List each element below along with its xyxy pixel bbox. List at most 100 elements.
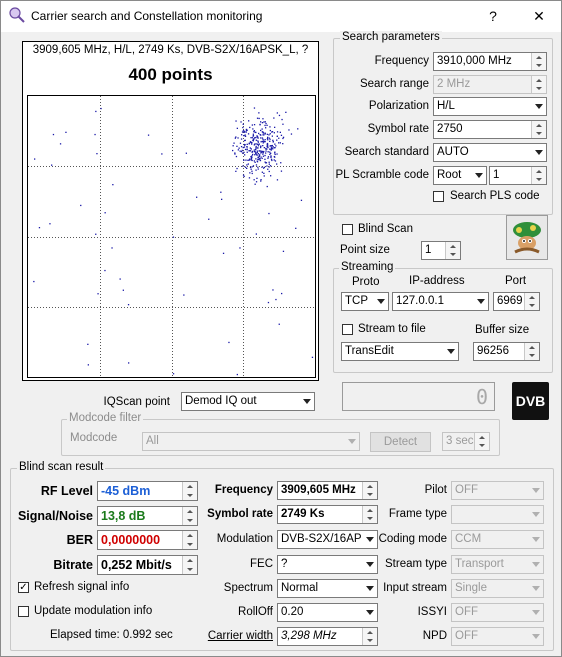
chevron-down-icon[interactable] xyxy=(362,556,377,573)
spin-arrows-icon xyxy=(182,482,197,500)
fec-select[interactable]: ? xyxy=(277,555,378,574)
rolloff-select[interactable]: 0.20 xyxy=(277,603,378,622)
constellation-point xyxy=(290,133,293,135)
constellation-point xyxy=(261,122,264,124)
update-modulation-checkbox[interactable] xyxy=(18,606,29,617)
constellation-point xyxy=(65,131,67,133)
chevron-down-icon[interactable] xyxy=(362,531,377,548)
iqscan-point-select[interactable]: Demod IQ out xyxy=(181,392,315,411)
spectrum-select[interactable]: Normal xyxy=(277,579,378,598)
constellation-point xyxy=(246,146,248,148)
constellation-point xyxy=(272,141,274,143)
symbol-rate-input[interactable]: 2750 xyxy=(433,120,547,139)
coding-mode-select: CCM xyxy=(451,530,544,549)
chevron-down-icon[interactable] xyxy=(473,293,488,310)
constellation-point xyxy=(242,126,244,129)
rf-level-label: RF Level xyxy=(40,484,93,498)
chevron-down-icon[interactable] xyxy=(299,393,314,410)
spin-arrows-icon xyxy=(182,507,197,525)
constellation-point xyxy=(238,147,240,149)
stream-to-file-checkbox[interactable] xyxy=(342,324,353,335)
chevron-down-icon[interactable] xyxy=(443,343,458,360)
constellation-point xyxy=(260,129,262,132)
modulation-select[interactable]: DVB-S2X/16APSK xyxy=(277,530,378,549)
constellation-point xyxy=(104,269,106,272)
ber-label: BER xyxy=(66,533,93,547)
pl-scramble-label: PL Scramble code xyxy=(335,169,429,181)
pl-scramble-mode-select[interactable]: Root xyxy=(433,166,487,185)
search-pls-checkbox[interactable] xyxy=(433,191,444,202)
port-input[interactable]: 6969 xyxy=(493,292,540,311)
constellation-point xyxy=(250,156,252,158)
constellation-point xyxy=(254,151,256,153)
spin-arrows-icon xyxy=(182,556,197,574)
help-button[interactable]: ? xyxy=(478,4,508,28)
spin-arrows-icon[interactable] xyxy=(531,121,546,138)
constellation-point xyxy=(127,304,130,306)
constellation-point xyxy=(271,147,273,149)
constellation-point xyxy=(246,143,248,145)
ber-display: 0,0000000 xyxy=(97,530,198,550)
spin-arrows-icon[interactable] xyxy=(524,293,539,310)
constellation-point xyxy=(262,145,264,147)
constellation-point xyxy=(266,138,269,140)
polarization-select[interactable]: H/L xyxy=(433,97,547,116)
constellation-point xyxy=(256,154,258,156)
pl-scramble-code-input[interactable]: 1 xyxy=(489,166,547,185)
result-symbol-rate-value: 2749 Ks xyxy=(281,508,325,520)
constellation-point xyxy=(263,121,265,123)
constellation-point xyxy=(273,132,275,134)
search-standard-select[interactable]: AUTO xyxy=(433,143,547,162)
chevron-down-icon xyxy=(528,531,543,548)
close-button[interactable]: ✕ xyxy=(524,4,554,28)
chevron-down-icon[interactable] xyxy=(531,144,546,161)
constellation-point xyxy=(263,134,265,136)
frequency-input[interactable]: 3910,000 MHz xyxy=(433,52,547,71)
constellation-point xyxy=(270,156,272,159)
proto-select[interactable]: TCP xyxy=(341,292,389,311)
constellation-point xyxy=(256,160,258,162)
constellation-point xyxy=(185,152,187,154)
constellation-point xyxy=(255,149,257,151)
signal-noise-value: 13,8 dB xyxy=(101,509,146,523)
pilot-value: OFF xyxy=(455,484,478,496)
carrier-width-label[interactable]: Carrier width xyxy=(200,630,273,642)
constellation-point xyxy=(276,135,278,137)
spin-arrows-icon[interactable] xyxy=(524,343,539,360)
stream-target-select[interactable]: TransEdit xyxy=(341,342,459,361)
constellation-point xyxy=(262,132,265,134)
chevron-down-icon[interactable] xyxy=(362,604,377,621)
constellation-point xyxy=(280,162,282,164)
constellation-point xyxy=(266,145,268,148)
constellation-point xyxy=(269,138,271,140)
chevron-down-icon[interactable] xyxy=(362,580,377,597)
constellation-point xyxy=(261,137,264,139)
constellation-point xyxy=(239,150,241,152)
refresh-signal-checkbox[interactable]: ✓ xyxy=(18,582,29,593)
spin-arrows-icon[interactable] xyxy=(531,167,546,184)
blind-scan-checkbox[interactable] xyxy=(342,224,353,235)
chevron-down-icon[interactable] xyxy=(373,293,388,310)
ip-address-select[interactable]: 127.0.0.1 xyxy=(392,292,489,311)
constellation-point xyxy=(241,131,244,133)
constellation-point xyxy=(274,126,276,128)
constellation-point xyxy=(265,152,267,154)
constellation-point xyxy=(255,233,257,235)
point-size-input[interactable]: 1 xyxy=(421,241,461,260)
detect-timeout-input: 3 sec xyxy=(442,432,490,451)
spin-arrows-icon[interactable] xyxy=(445,242,460,259)
buffer-size-input[interactable]: 96256 xyxy=(473,342,540,361)
constellation-point xyxy=(262,152,264,154)
spin-arrows-icon xyxy=(362,506,377,523)
constellation-point xyxy=(239,247,241,249)
input-stream-value: Single xyxy=(455,582,487,594)
constellation-point xyxy=(265,127,267,129)
chevron-down-icon[interactable] xyxy=(471,167,486,184)
constellation-point xyxy=(262,153,264,155)
constellation-point xyxy=(271,131,273,133)
mascot-button[interactable] xyxy=(506,215,548,260)
spin-arrows-icon[interactable] xyxy=(531,53,546,70)
chevron-down-icon[interactable] xyxy=(531,98,546,115)
constellation-point xyxy=(246,148,248,150)
constellation-point xyxy=(269,165,272,167)
